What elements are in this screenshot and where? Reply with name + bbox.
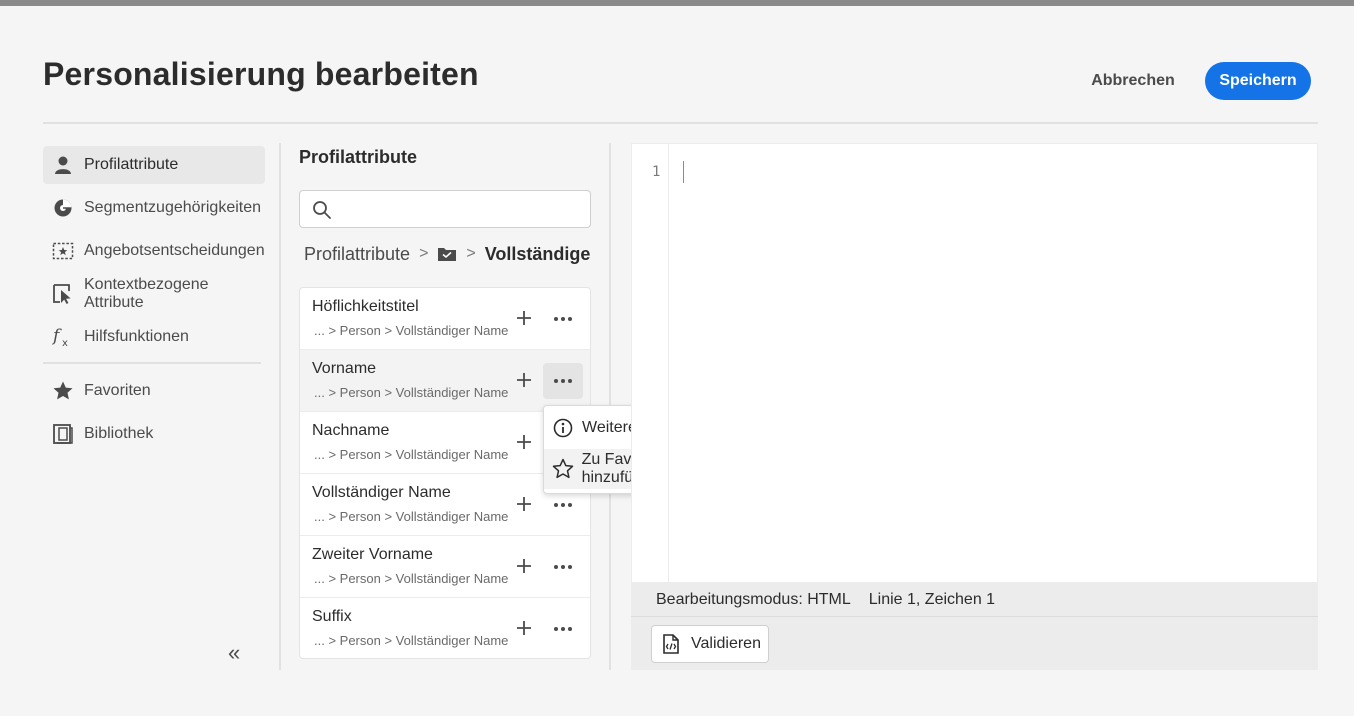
plus-icon: [517, 373, 531, 387]
plus-icon: [517, 435, 531, 449]
add-attribute-button[interactable]: [512, 616, 536, 640]
breadcrumb-separator: >: [419, 245, 429, 262]
editor-status-bar: Bearbeitungsmodus: HTML Linie 1, Zeichen…: [631, 583, 1318, 617]
sidebar-item-segmentzugehoerigkeiten[interactable]: Segmentzugehörigkeiten: [43, 189, 265, 227]
attribute-path: ... > Person > Vollständiger Name: [314, 323, 509, 338]
add-attribute-button[interactable]: [512, 306, 536, 330]
editing-mode: Bearbeitungsmodus: HTML: [656, 590, 851, 608]
add-attribute-button[interactable]: [512, 430, 536, 454]
more-icon: [554, 503, 572, 507]
sidebar-item-hilfsfunktionen[interactable]: fx Hilfsfunktionen: [43, 318, 265, 356]
collapse-sidebar-button[interactable]: «: [228, 640, 240, 666]
plus-icon: [517, 621, 531, 635]
add-attribute-button[interactable]: [512, 492, 536, 516]
contextual-attribute-icon: [51, 282, 75, 306]
plus-icon: [517, 311, 531, 325]
more-icon: [554, 565, 572, 569]
breadcrumb-root[interactable]: Profilattribute: [304, 244, 410, 265]
breadcrumb: Profilattribute > > Vollständiger N: [304, 241, 591, 267]
validate-label: Validieren: [691, 635, 761, 652]
validate-button[interactable]: Validieren: [651, 625, 769, 663]
list-item[interactable]: Zweiter Vorname ... > Person > Vollständ…: [300, 536, 590, 598]
save-button[interactable]: Speichern: [1205, 62, 1311, 100]
sidebar-item-label: Hilfsfunktionen: [84, 328, 189, 345]
sidebar-item-label: Bibliothek: [84, 425, 154, 442]
sidebar-item-label: Angebotsentscheidungen: [84, 242, 265, 259]
attribute-name: Vollständiger Name: [312, 484, 451, 501]
cancel-button[interactable]: Abbrechen: [1082, 64, 1184, 98]
list-item[interactable]: Suffix ... > Person > Vollständiger Name: [300, 598, 590, 660]
more-options-button[interactable]: [543, 611, 583, 647]
add-attribute-button[interactable]: [512, 368, 536, 392]
svg-text:x: x: [62, 338, 68, 348]
more-options-button[interactable]: [543, 363, 583, 399]
folder-icon[interactable]: [437, 246, 457, 262]
breadcrumb-separator: >: [466, 245, 476, 262]
text-cursor: [683, 161, 684, 183]
offer-decision-icon: [51, 239, 75, 263]
attribute-name: Nachname: [312, 422, 390, 439]
attribute-name: Höflichkeitstitel: [312, 298, 419, 315]
validate-icon: [662, 634, 680, 654]
attribute-name: Suffix: [312, 608, 352, 625]
star-outline-icon: [551, 457, 575, 481]
sidebar-item-label: Segmentzugehörigkeiten: [84, 199, 262, 216]
sidebar-divider: [43, 362, 261, 364]
sidebar-item-favoriten[interactable]: Favoriten: [43, 372, 265, 410]
more-icon: [554, 379, 572, 383]
person-icon: [51, 153, 75, 177]
more-icon: [554, 317, 572, 321]
attribute-path: ... > Person > Vollständiger Name: [314, 571, 509, 586]
more-options-button[interactable]: [543, 301, 583, 337]
breadcrumb-current: Vollständiger N: [484, 243, 591, 264]
page-title: Personalisierung bearbeiten: [43, 56, 479, 92]
panel-title: Profilattribute: [299, 147, 418, 167]
cursor-position: Linie 1, Zeichen 1: [868, 590, 996, 608]
attribute-name: Zweiter Vorname: [312, 546, 433, 563]
add-attribute-button[interactable]: [512, 554, 536, 578]
attribute-path: ... > Person > Vollständiger Name: [314, 447, 509, 462]
panel-divider: [279, 143, 281, 670]
svg-text:f: f: [52, 326, 62, 346]
more-icon: [554, 627, 572, 631]
star-icon: [51, 379, 75, 403]
search-icon: [313, 201, 331, 219]
attribute-path: ... > Person > Vollständiger Name: [314, 509, 509, 524]
more-options-button[interactable]: [543, 549, 583, 585]
plus-icon: [517, 559, 531, 573]
attribute-path: ... > Person > Vollständiger Name: [314, 385, 509, 400]
sidebar-item-label: Profilattribute: [84, 156, 179, 173]
search-input[interactable]: [340, 195, 585, 223]
plus-icon: [517, 497, 531, 511]
line-number: 1: [652, 164, 661, 180]
sidebar-item-label: Favoriten: [84, 382, 151, 399]
library-icon: [51, 422, 75, 446]
code-editor[interactable]: 1: [631, 143, 1318, 583]
window-top-border: [0, 0, 1354, 6]
info-icon: [551, 416, 575, 440]
attribute-path: ... > Person > Vollständiger Name: [314, 633, 509, 648]
line-gutter: 1: [632, 144, 669, 582]
sidebar-item-bibliothek[interactable]: Bibliothek: [43, 415, 265, 453]
sidebar-item-angebotsentscheidungen[interactable]: Angebotsentscheidungen: [43, 232, 265, 270]
attribute-name: Vorname: [312, 360, 377, 377]
header-divider: [43, 122, 1318, 124]
list-item[interactable]: Vorname ... > Person > Vollständiger Nam…: [300, 350, 590, 412]
search-field[interactable]: [299, 190, 591, 228]
sidebar-item-label: Kontextbezogene Attribute: [84, 276, 209, 311]
segment-icon: [51, 196, 75, 220]
function-icon: fx: [51, 325, 75, 349]
sidebar-item-profilattribute[interactable]: Profilattribute: [43, 146, 265, 184]
list-item[interactable]: Höflichkeitstitel ... > Person > Vollstä…: [300, 288, 590, 350]
sidebar-item-kontextbezogene-attribute[interactable]: Kontextbezogene Attribute: [43, 275, 265, 313]
